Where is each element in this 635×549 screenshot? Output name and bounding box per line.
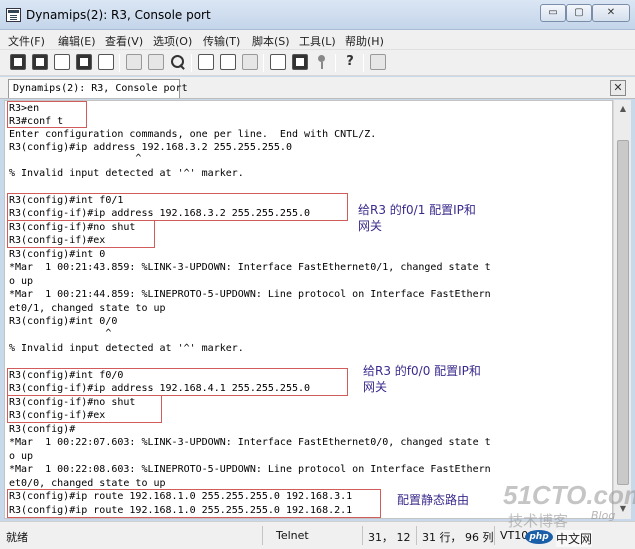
terminal-line: et0/1, changed state to up: [9, 303, 166, 314]
log-icon[interactable]: [242, 54, 258, 70]
terminal-line: R3(config)#int 0: [9, 249, 106, 260]
session-tab-bar: Dynamips(2): R3, Console port ✕: [0, 77, 635, 99]
terminal-app-icon: [6, 8, 21, 22]
status-ready: 就绪: [6, 531, 28, 544]
terminal-line: *Mar 1 00:21:43.859: %LINK-3-UPDOWN: Int…: [9, 262, 491, 273]
highlight-box-f00-address: [7, 368, 348, 396]
status-separator: [262, 526, 263, 545]
print-setup-icon[interactable]: [220, 54, 236, 70]
terminal-line: ^: [9, 153, 142, 164]
terminal-line: % Invalid input detected at '^' marker.: [9, 343, 244, 354]
terminal-output[interactable]: R3>en R3#conf t Enter configuration comm…: [4, 100, 613, 519]
quick-connect-icon[interactable]: [32, 54, 48, 70]
highlight-box-static-route: [7, 489, 381, 518]
terminal-line: R3(config)#: [9, 424, 76, 435]
annotation-static-route: 配置静态路由: [397, 493, 470, 507]
menu-edit[interactable]: 编辑(E): [58, 33, 96, 49]
scroll-up-icon[interactable]: ▲: [616, 102, 630, 116]
status-separator: [416, 526, 417, 545]
find-icon[interactable]: [170, 54, 186, 70]
menu-script[interactable]: 脚本(S): [252, 33, 290, 49]
disconnect-icon[interactable]: [98, 54, 114, 70]
close-button[interactable]: ✕: [592, 4, 630, 22]
watermark-logo: 51CTO.com: [503, 480, 635, 510]
copy-icon[interactable]: [126, 54, 142, 70]
toolbar-separator: [335, 54, 336, 72]
terminal-line: o up: [9, 276, 34, 287]
php-logo: php: [525, 530, 553, 544]
keymap-icon[interactable]: [314, 54, 330, 70]
paste-icon[interactable]: [148, 54, 164, 70]
annotation-f00-line1: 给R3 的f0/0 配置IP和: [363, 364, 481, 378]
toolbar-separator: [363, 54, 364, 72]
status-cursor-position: 31， 12: [368, 531, 411, 544]
maximize-button[interactable]: ▢: [566, 4, 592, 22]
menu-view[interactable]: 查看(V): [105, 33, 143, 49]
toolbar: ?: [0, 50, 635, 76]
help-icon[interactable]: ?: [342, 54, 358, 70]
menu-bar: 文件(F) 编辑(E) 查看(V) 选项(O) 传输(T) 脚本(S) 工具(L…: [0, 30, 635, 50]
watermark-subtitle: 技术博客: [508, 512, 569, 530]
watermark-blog: Blog: [591, 509, 616, 522]
status-protocol: Telnet: [276, 529, 309, 542]
menu-help[interactable]: 帮助(H): [345, 33, 384, 49]
menu-options[interactable]: 选项(O): [153, 33, 192, 49]
highlight-box-f01-address: [7, 193, 348, 221]
watermark-site: 中文网: [556, 530, 593, 547]
sftp-icon[interactable]: [370, 54, 386, 70]
annotation-f01-line2: 网关: [358, 219, 383, 233]
menu-file[interactable]: 文件(F): [8, 33, 45, 49]
highlight-box-f00-noshut: [7, 395, 162, 423]
terminal-line: *Mar 1 00:21:44.859: %LINEPROTO-5-UPDOWN…: [9, 289, 491, 300]
connect-icon[interactable]: [10, 54, 26, 70]
connect-tab-icon[interactable]: [54, 54, 70, 70]
session-options-icon[interactable]: [270, 54, 286, 70]
window-title: Dynamips(2): R3, Console port: [26, 8, 211, 22]
menu-transfer[interactable]: 传输(T): [203, 33, 240, 49]
terminal-line: *Mar 1 00:22:07.603: %LINK-3-UPDOWN: Int…: [9, 437, 491, 448]
global-options-icon[interactable]: [292, 54, 308, 70]
status-separator: [362, 526, 363, 545]
annotation-f01-line1: 给R3 的f0/1 配置IP和: [358, 203, 476, 217]
tab-close-icon[interactable]: ✕: [610, 80, 626, 96]
status-separator: [494, 526, 495, 545]
terminal-line: o up: [9, 451, 34, 462]
annotation-f00-line2: 网关: [363, 380, 388, 394]
reconnect-icon[interactable]: [76, 54, 92, 70]
title-bar: Dynamips(2): R3, Console port ▭ ▢ ✕: [0, 0, 635, 30]
vertical-scrollbar[interactable]: ▲ ▼: [613, 100, 631, 519]
menu-tools[interactable]: 工具(L): [299, 33, 336, 49]
toolbar-separator: [263, 54, 264, 72]
status-terminal-size: 31 行， 96 列: [422, 531, 494, 544]
highlight-box-enable: [7, 101, 87, 128]
terminal-line: Enter configuration commands, one per li…: [9, 129, 377, 140]
minimize-button[interactable]: ▭: [540, 4, 566, 22]
toolbar-separator: [119, 54, 120, 72]
session-tab[interactable]: Dynamips(2): R3, Console port: [8, 79, 188, 98]
toolbar-separator: [191, 54, 192, 72]
terminal-line: ^: [9, 328, 112, 339]
scrollbar-thumb[interactable]: [617, 140, 629, 485]
terminal-line: % Invalid input detected at '^' marker.: [9, 168, 244, 179]
terminal-line: *Mar 1 00:22:08.603: %LINEPROTO-5-UPDOWN…: [9, 464, 491, 475]
print-icon[interactable]: [198, 54, 214, 70]
highlight-box-f01-noshut: [7, 220, 155, 248]
